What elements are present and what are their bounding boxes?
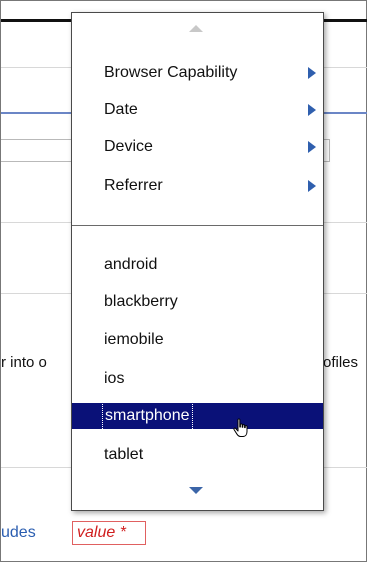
chevron-right-icon xyxy=(308,180,316,192)
menu-item-device[interactable]: Device xyxy=(72,134,323,160)
menu-item-android[interactable]: android xyxy=(72,252,323,278)
hand-cursor-icon xyxy=(233,418,248,437)
menu-item-ios[interactable]: ios xyxy=(72,366,323,392)
menu-item-label: smartphone xyxy=(102,401,193,431)
menu-item-label: android xyxy=(104,256,158,273)
value-field[interactable]: value * xyxy=(72,521,146,545)
background-text-left: r into o xyxy=(1,354,47,371)
menu-item-iemobile[interactable]: iemobile xyxy=(72,327,323,353)
menu-separator xyxy=(72,225,323,226)
menu-item-label: Device xyxy=(104,138,153,155)
menu-item-tablet[interactable]: tablet xyxy=(72,442,323,468)
chevron-right-icon xyxy=(308,141,316,153)
menu-item-label: tablet xyxy=(104,446,144,463)
menu-item-label: blackberry xyxy=(104,293,178,310)
background-input-edge[interactable] xyxy=(323,139,330,162)
background-text-right: ofiles xyxy=(323,354,359,371)
dropdown-menu[interactable]: Browser Capability Date Device Referrer … xyxy=(71,12,324,511)
chevron-right-icon xyxy=(308,67,316,79)
menu-item-smartphone[interactable]: smartphone xyxy=(72,401,323,431)
menu-item-label: iemobile xyxy=(104,331,164,348)
menu-item-label: ios xyxy=(104,370,125,387)
menu-item-browser-capability[interactable]: Browser Capability xyxy=(72,60,323,86)
chevron-right-icon xyxy=(308,104,316,116)
menu-item-label: Browser Capability xyxy=(104,64,238,81)
menu-item-label: Date xyxy=(104,101,138,118)
scroll-up-icon[interactable] xyxy=(189,25,203,32)
background-input[interactable] xyxy=(1,139,72,162)
menu-item-date[interactable]: Date xyxy=(72,97,323,123)
menu-item-label: Referrer xyxy=(104,177,163,194)
scroll-down-icon[interactable] xyxy=(189,487,203,494)
background-link[interactable]: udes xyxy=(1,524,36,542)
menu-item-referrer[interactable]: Referrer xyxy=(72,173,323,199)
menu-item-blackberry[interactable]: blackberry xyxy=(72,289,323,315)
